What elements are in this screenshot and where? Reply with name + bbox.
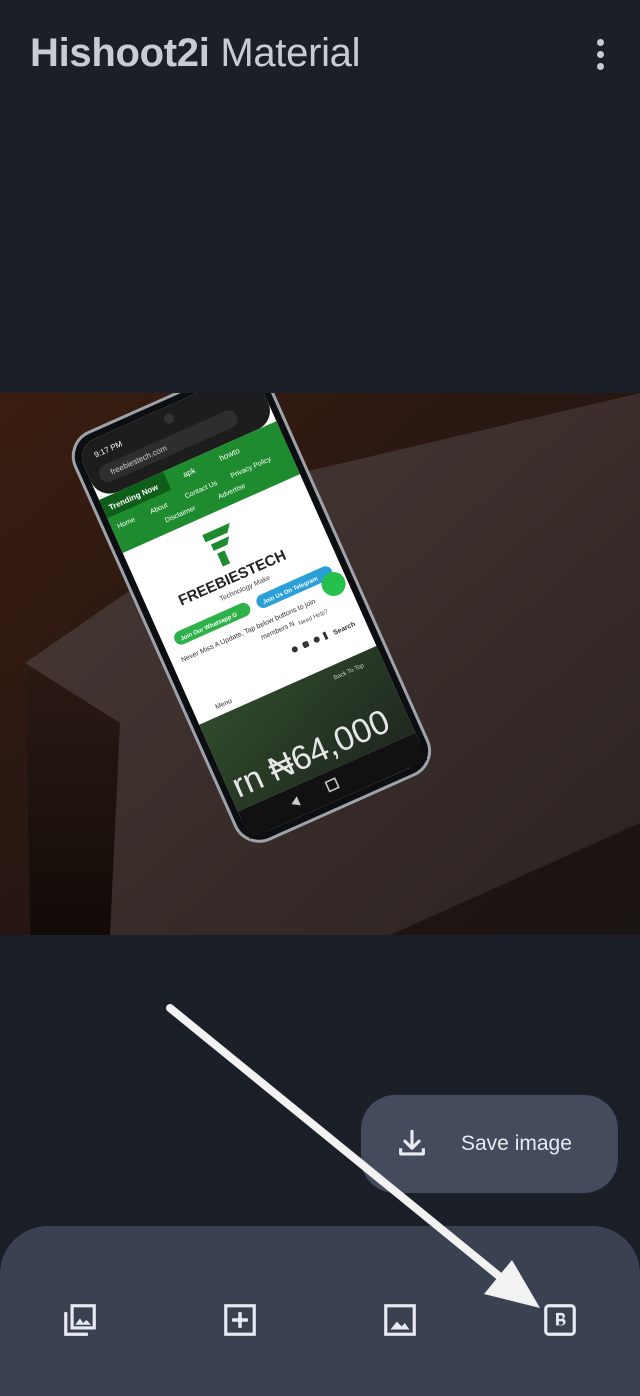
- preview-canvas: 9:17 PM freebiestech.com Trending Now ap…: [0, 393, 640, 935]
- add-box-icon: [224, 1304, 256, 1336]
- background-image-button[interactable]: [372, 1292, 428, 1348]
- save-image-label: Save image: [461, 1132, 572, 1155]
- image-icon: [384, 1304, 416, 1336]
- app-title: Hishoot2i Material: [30, 28, 361, 78]
- badge-button[interactable]: [532, 1292, 588, 1348]
- app-title-bold: Hishoot2i: [30, 31, 210, 75]
- photo-library-button[interactable]: [52, 1292, 108, 1348]
- app-title-light: Material: [209, 31, 361, 75]
- badge-b-icon: [544, 1304, 576, 1336]
- mockup-preview: 9:17 PM freebiestech.com Trending Now ap…: [0, 393, 640, 935]
- bottom-app-bar: [0, 1226, 640, 1396]
- more-vert-icon[interactable]: [580, 34, 620, 74]
- save-image-button[interactable]: Save image: [361, 1095, 618, 1193]
- add-button[interactable]: [212, 1292, 268, 1348]
- download-icon: [399, 1129, 425, 1156]
- photo-library-icon: [64, 1304, 96, 1336]
